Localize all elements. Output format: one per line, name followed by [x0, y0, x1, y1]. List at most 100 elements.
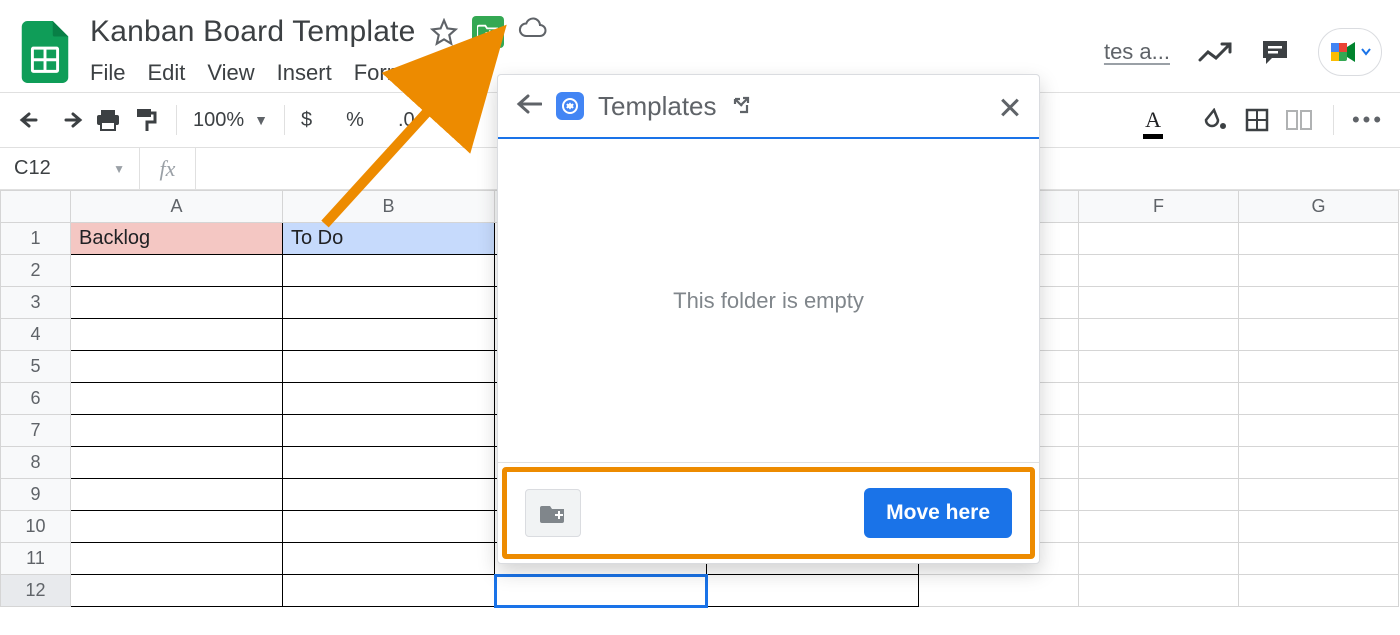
column-header-F[interactable]: F: [1079, 191, 1239, 223]
cell[interactable]: [707, 575, 919, 607]
cell[interactable]: [71, 255, 283, 287]
move-folder-icon[interactable]: [472, 16, 504, 48]
cell[interactable]: [71, 351, 283, 383]
cell[interactable]: [1239, 319, 1399, 351]
comment-icon[interactable]: [1260, 38, 1290, 66]
cell[interactable]: [1239, 383, 1399, 415]
undo-icon[interactable]: [18, 106, 46, 134]
menu-edit[interactable]: Edit: [147, 60, 185, 86]
row-header[interactable]: 6: [1, 383, 71, 415]
cell[interactable]: [1079, 383, 1239, 415]
cell[interactable]: [1239, 447, 1399, 479]
document-title[interactable]: Kanban Board Template: [90, 15, 416, 49]
row-header[interactable]: 4: [1, 319, 71, 351]
cell[interactable]: [283, 287, 495, 319]
cell[interactable]: [71, 575, 283, 607]
cell-A1[interactable]: Backlog: [71, 223, 283, 255]
fill-color-icon[interactable]: [1201, 106, 1229, 134]
row-header[interactable]: 5: [1, 351, 71, 383]
menu-insert[interactable]: Insert: [277, 60, 332, 86]
cell[interactable]: [1239, 511, 1399, 543]
cloud-status-icon[interactable]: [518, 17, 548, 47]
percent-format-button[interactable]: %: [346, 109, 364, 132]
menu-file[interactable]: File: [90, 60, 125, 86]
select-all-corner[interactable]: [1, 191, 71, 223]
sheets-logo[interactable]: [18, 16, 72, 88]
text-color-button[interactable]: A: [1145, 107, 1161, 133]
merge-cells-icon[interactable]: [1285, 106, 1313, 134]
menu-format[interactable]: Format: [354, 60, 424, 86]
cell[interactable]: [283, 319, 495, 351]
row-header[interactable]: 3: [1, 287, 71, 319]
cell[interactable]: [1079, 415, 1239, 447]
cell[interactable]: [71, 447, 283, 479]
cell[interactable]: [1079, 511, 1239, 543]
cell[interactable]: [283, 255, 495, 287]
redo-icon[interactable]: [56, 106, 84, 134]
row-header[interactable]: 8: [1, 447, 71, 479]
borders-icon[interactable]: [1243, 106, 1271, 134]
cell[interactable]: [1079, 319, 1239, 351]
cell[interactable]: [71, 415, 283, 447]
row-header[interactable]: 7: [1, 415, 71, 447]
row-header[interactable]: 12: [1, 575, 71, 607]
column-header-G[interactable]: G: [1239, 191, 1399, 223]
new-folder-button[interactable]: [525, 489, 581, 537]
row-header[interactable]: 1: [1, 223, 71, 255]
truncated-header-text[interactable]: tes a...: [1104, 39, 1170, 65]
cell[interactable]: [283, 415, 495, 447]
cell[interactable]: [1239, 575, 1399, 607]
open-external-icon[interactable]: [731, 95, 753, 117]
cell[interactable]: [283, 479, 495, 511]
cell[interactable]: [71, 511, 283, 543]
activity-icon[interactable]: [1198, 40, 1232, 64]
cell[interactable]: [919, 575, 1079, 607]
cell[interactable]: [1239, 415, 1399, 447]
row-header[interactable]: 11: [1, 543, 71, 575]
cell[interactable]: [71, 383, 283, 415]
move-here-button[interactable]: Move here: [864, 488, 1012, 538]
paint-format-icon[interactable]: [132, 106, 160, 134]
close-icon[interactable]: [999, 95, 1021, 117]
meet-button[interactable]: [1318, 28, 1382, 76]
more-icon[interactable]: •••: [1354, 106, 1382, 134]
cell[interactable]: [1239, 255, 1399, 287]
cell[interactable]: [1239, 223, 1399, 255]
cell[interactable]: [71, 543, 283, 575]
cell[interactable]: [1079, 255, 1239, 287]
cell[interactable]: [283, 543, 495, 575]
cell[interactable]: [71, 287, 283, 319]
row-header[interactable]: 10: [1, 511, 71, 543]
cell[interactable]: [1079, 575, 1239, 607]
cell[interactable]: [1239, 479, 1399, 511]
cell[interactable]: [1079, 479, 1239, 511]
cell[interactable]: [1079, 287, 1239, 319]
cell[interactable]: [1079, 351, 1239, 383]
cell[interactable]: [283, 447, 495, 479]
cell[interactable]: [1079, 543, 1239, 575]
cell-C12-active[interactable]: [495, 575, 707, 607]
cell[interactable]: [71, 319, 283, 351]
column-header-A[interactable]: A: [71, 191, 283, 223]
back-arrow-icon[interactable]: [516, 93, 542, 119]
name-box[interactable]: C12 ▼: [0, 148, 140, 189]
print-icon[interactable]: [94, 106, 122, 134]
row-header[interactable]: 9: [1, 479, 71, 511]
currency-format-button[interactable]: $: [301, 109, 312, 132]
cell-B1[interactable]: To Do: [283, 223, 495, 255]
star-icon[interactable]: [430, 18, 458, 46]
decrease-decimal-button[interactable]: .0: [398, 109, 415, 132]
cell[interactable]: [283, 511, 495, 543]
cell[interactable]: [283, 351, 495, 383]
column-header-B[interactable]: B: [283, 191, 495, 223]
zoom-selector[interactable]: 100% ▼: [193, 109, 268, 132]
cell[interactable]: [1079, 447, 1239, 479]
cell[interactable]: [1239, 287, 1399, 319]
menu-view[interactable]: View: [207, 60, 254, 86]
cell[interactable]: [71, 479, 283, 511]
cell[interactable]: [1239, 543, 1399, 575]
cell[interactable]: [283, 383, 495, 415]
cell[interactable]: [283, 575, 495, 607]
cell[interactable]: [1239, 351, 1399, 383]
cell[interactable]: [1079, 223, 1239, 255]
